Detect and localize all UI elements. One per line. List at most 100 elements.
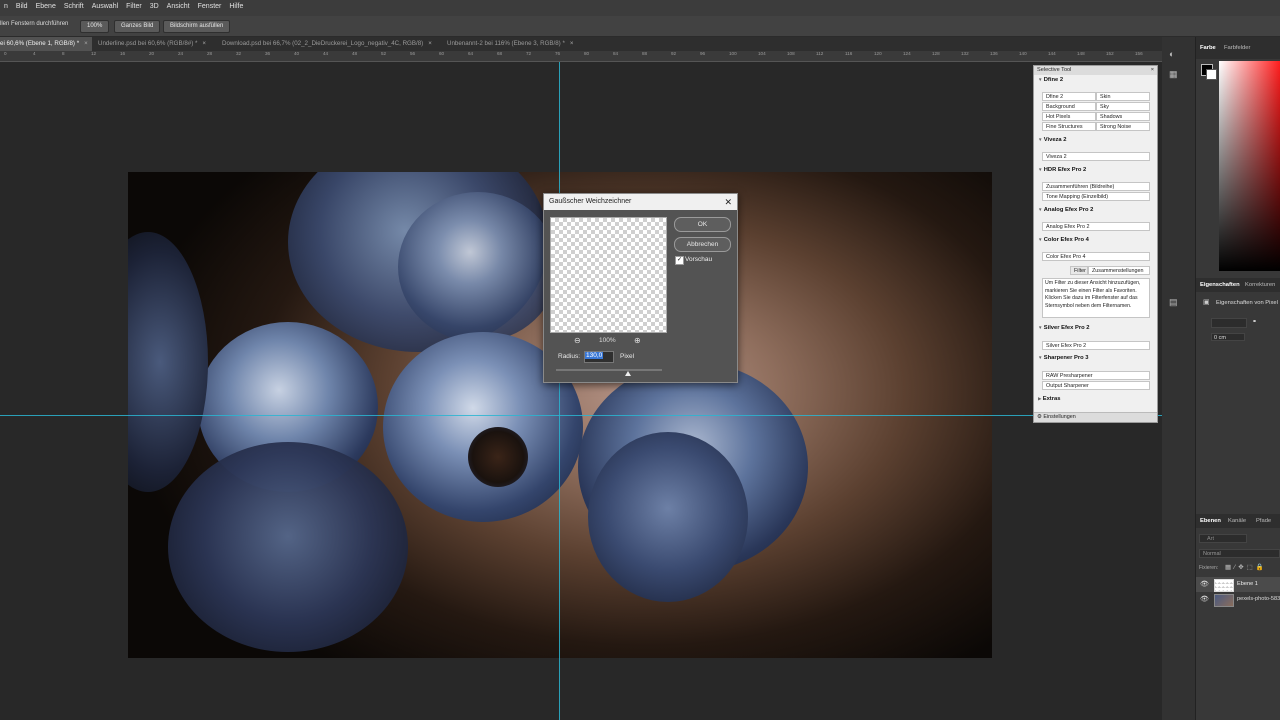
strong-noise-button[interactable]: Strong Noise (1096, 122, 1150, 131)
fill-screen-button[interactable]: Bildschirm ausfüllen (163, 20, 231, 33)
analog-efex-button[interactable]: Analog Efex Pro 2 (1042, 222, 1150, 231)
hot-pixels-button[interactable]: Hot Pixels (1042, 112, 1096, 121)
menu-item-3d[interactable]: 3D (146, 0, 163, 10)
fine-structures-button[interactable]: Fine Structures (1042, 122, 1096, 131)
menu-item-auswahl[interactable]: Auswahl (88, 0, 122, 10)
section-sharpener[interactable]: Sharpener Pro 3 (1038, 355, 1089, 361)
tone-mapping-button[interactable]: Tone Mapping (Einzelbild) (1042, 192, 1150, 201)
blueberry-shape (168, 442, 408, 652)
menu-item-fenster[interactable]: Fenster (194, 0, 226, 10)
menu-item-filter[interactable]: Filter (122, 0, 146, 10)
background-color-swatch[interactable] (1206, 69, 1217, 80)
menu-item-hilfe[interactable]: Hilfe (225, 0, 247, 10)
color-picker-field[interactable] (1219, 61, 1280, 271)
tab-document-active[interactable]: ei 60,6% (Ebene 1, RGB/8) * × (0, 37, 92, 51)
menu-item-schrift[interactable]: Schrift (60, 0, 88, 10)
color-panel-icon[interactable]: ◐ (1169, 49, 1174, 59)
radius-unit: Pixel (620, 353, 635, 360)
ruler-tick: 132 (961, 51, 969, 56)
shadows-button[interactable]: Shadows (1096, 112, 1150, 121)
tab-eigenschaften[interactable]: Eigenschaften (1200, 282, 1240, 288)
tab-underline[interactable]: Underline.psd bei 60,6% (RGB/8#) * × (98, 37, 216, 51)
layer-name[interactable]: Ebene 1 (1237, 581, 1258, 587)
section-color-efex[interactable]: Color Efex Pro 4 (1038, 237, 1089, 243)
tab-unbenannt[interactable]: Unbenannt-2 bei 116% (Ebene 3, RGB/8) * × (447, 37, 587, 51)
color-efex-info: Um Filter zu dieser Ansicht hinzuzufügen… (1042, 278, 1150, 318)
tab-filter[interactable]: Filter (1070, 266, 1088, 275)
radius-input[interactable]: 130,0 (584, 351, 614, 363)
zoom-in-icon[interactable]: ⊕ (634, 336, 641, 345)
preview-checkbox[interactable]: ✓ (675, 256, 684, 265)
dialog-titlebar[interactable]: Gaußscher Weichzeichner ✕ (544, 194, 737, 210)
blur-preview[interactable] (550, 217, 667, 333)
close-icon[interactable]: × (428, 40, 432, 47)
blend-mode-select[interactable]: Normal (1199, 549, 1280, 558)
section-extras[interactable]: ▶ Extras (1038, 396, 1060, 402)
sky-button[interactable]: Sky (1096, 102, 1150, 111)
close-icon[interactable]: × (84, 40, 88, 47)
tab-combinations[interactable]: Zusammenstellungen (1088, 266, 1150, 275)
close-icon[interactable]: × (1151, 66, 1154, 75)
section-silver-efex[interactable]: Silver Efex Pro 2 (1038, 325, 1090, 331)
menu-item-ansicht[interactable]: Ansicht (163, 0, 194, 10)
fit-screen-button[interactable]: Ganzes Bild (114, 20, 161, 33)
tab-ebenen[interactable]: Ebenen (1200, 518, 1221, 524)
radius-slider-thumb[interactable] (625, 371, 632, 376)
lock-icons[interactable]: ▦∕✥⬚🔒 (1225, 563, 1267, 571)
section-dfine[interactable]: Dfine 2 (1038, 77, 1063, 83)
zoom-out-icon[interactable]: ⊖ (574, 336, 581, 345)
horizontal-guide[interactable] (0, 415, 1162, 416)
raw-presharpener-button[interactable]: RAW Presharpener (1042, 371, 1150, 380)
ruler-tick: 116 (845, 51, 853, 56)
radius-slider-track[interactable] (556, 369, 662, 371)
ruler-tick: 144 (1048, 51, 1056, 56)
dialog-title: Gaußscher Weichzeichner (549, 198, 632, 205)
position-x-field[interactable]: 0 cm (1211, 333, 1245, 341)
section-hdr[interactable]: HDR Efex Pro 2 (1038, 167, 1087, 173)
tab-korrekturen[interactable]: Korrekturen (1245, 282, 1275, 288)
output-sharpener-button[interactable]: Output Sharpener (1042, 381, 1150, 390)
properties-title: Eigenschaften von Pixel (1216, 300, 1278, 306)
horizontal-ruler[interactable]: 0 4 8 12 16 20 24 28 32 36 40 44 48 52 56 60 64 68 72 76 80 8… (0, 51, 1162, 62)
ruler-tick: 152 (1106, 51, 1114, 56)
close-icon[interactable]: × (202, 40, 206, 47)
properties-icon[interactable]: ▤ (1169, 297, 1178, 308)
ruler-tick: 52 (381, 51, 387, 56)
ruler-tick: 140 (1019, 51, 1027, 56)
viveza-button[interactable]: Viveza 2 (1042, 152, 1150, 161)
blueberry-shape (588, 432, 748, 602)
tab-pfade[interactable]: Pfade (1256, 518, 1271, 524)
settings-bar[interactable]: ⚙ Einstellungen (1034, 412, 1157, 422)
cancel-button[interactable]: Abbrechen (674, 237, 731, 252)
selective-tool-titlebar[interactable]: Selective Tool × (1034, 66, 1157, 75)
menu-item-bild[interactable]: Bild (12, 0, 32, 10)
vertical-guide[interactable] (559, 62, 560, 720)
layer-filter-search[interactable]: Art (1199, 534, 1247, 543)
layer-thumbnail (1214, 594, 1234, 607)
swatches-icon[interactable]: ▦ (1169, 69, 1178, 80)
close-icon[interactable]: ✕ (724, 194, 732, 210)
eye-icon[interactable]: 👁 (1200, 595, 1209, 603)
tab-kanaele[interactable]: Kanäle (1228, 518, 1246, 524)
color-efex-button[interactable]: Color Efex Pro 4 (1042, 252, 1150, 261)
section-analog[interactable]: Analog Efex Pro 2 (1038, 207, 1094, 213)
menu-item-ebene[interactable]: Ebene (32, 0, 60, 10)
eye-icon[interactable]: 👁 (1200, 580, 1209, 588)
dfine-button[interactable]: Dfine 2 (1042, 92, 1096, 101)
silver-efex-button[interactable]: Silver Efex Pro 2 (1042, 341, 1150, 350)
scroll-all-label[interactable]: llen Fenstern durchführen (0, 21, 68, 27)
link-icon[interactable]: ⚭ (1252, 318, 1257, 325)
width-field[interactable] (1211, 318, 1247, 328)
background-button[interactable]: Background (1042, 102, 1096, 111)
close-icon[interactable]: × (570, 40, 574, 47)
tab-download[interactable]: Download.psd bei 66,7% (02_2_DieDruckere… (222, 37, 440, 51)
tab-farbe[interactable]: Farbe (1200, 45, 1216, 51)
menu-item[interactable]: n (0, 0, 12, 10)
tab-farbfelder[interactable]: Farbfelder (1224, 45, 1250, 51)
ok-button[interactable]: OK (674, 217, 731, 232)
section-viveza[interactable]: Viveza 2 (1038, 137, 1067, 143)
zoom-100-button[interactable]: 100% (80, 20, 110, 33)
skin-button[interactable]: Skin (1096, 92, 1150, 101)
hdr-merge-button[interactable]: Zusammenführen (Bildreihe) (1042, 182, 1150, 191)
layer-name[interactable]: pexels-photo-583 (1237, 596, 1280, 602)
